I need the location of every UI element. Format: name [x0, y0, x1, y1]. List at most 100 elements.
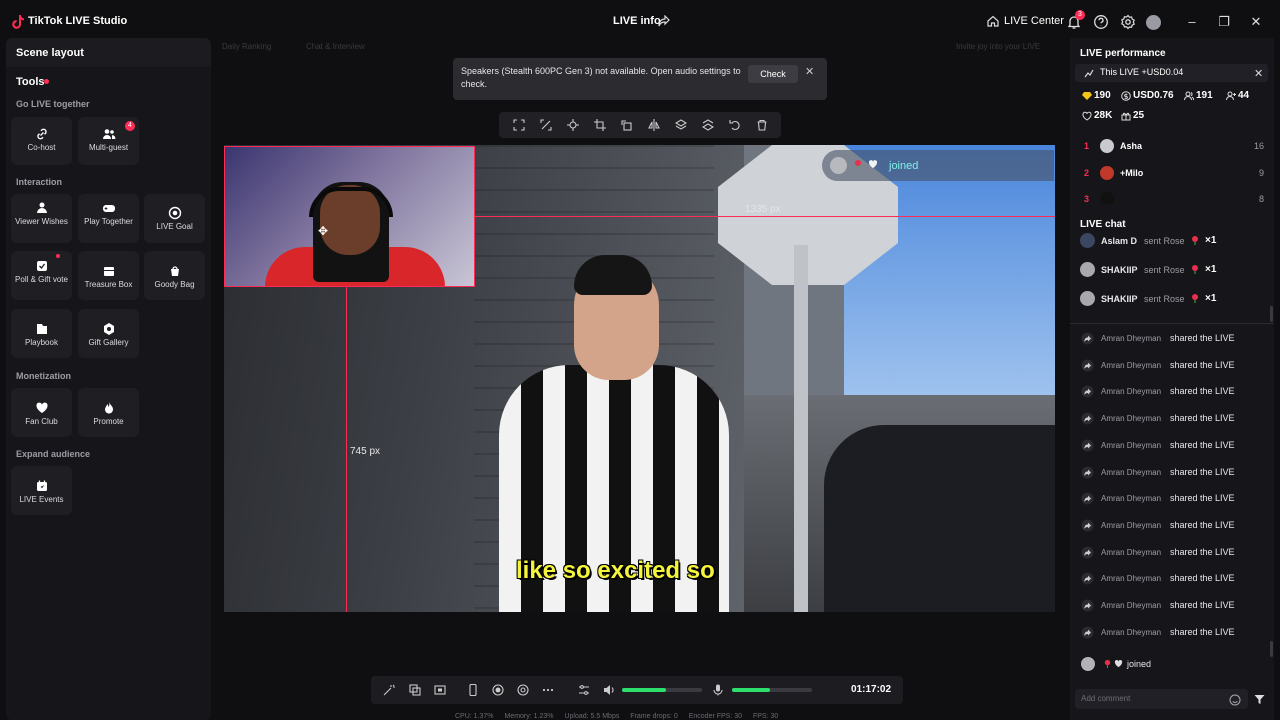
tool-fan-club[interactable]: Fan Club [11, 388, 72, 437]
microphone-icon[interactable] [712, 684, 724, 696]
layers-icon[interactable] [409, 684, 421, 696]
rotate-icon[interactable] [620, 119, 633, 131]
tab-chat-interview[interactable]: Chat & Interview [306, 42, 365, 51]
volume-slider[interactable] [622, 688, 702, 692]
ranking-row[interactable]: 2 +Milo 9 [1084, 166, 1264, 182]
share-message[interactable]: Amran Dheyman shared the LIVE [1081, 598, 1261, 614]
share-message[interactable]: Amran Dheyman shared the LIVE [1081, 331, 1261, 347]
share-message[interactable]: Amran Dheyman shared the LIVE [1081, 571, 1261, 587]
help-icon[interactable] [1093, 14, 1109, 30]
gift-gallery-icon [103, 323, 114, 335]
layer-down-icon[interactable] [701, 119, 714, 131]
volume-level [622, 688, 666, 692]
live-center-button[interactable]: LIVE Center [987, 15, 1064, 27]
ranking-row[interactable]: 1 Asha 16 [1084, 139, 1264, 155]
tab-daily-ranking[interactable]: Daily Ranking [222, 42, 271, 51]
media-icon[interactable] [434, 684, 446, 696]
minimize-button[interactable]: – [1184, 14, 1200, 30]
phone-icon[interactable] [467, 684, 479, 696]
share-message[interactable]: Amran Dheyman shared the LIVE [1081, 465, 1261, 481]
emoji-icon[interactable] [1229, 694, 1241, 706]
flip-icon[interactable] [647, 119, 660, 131]
avatar [1080, 291, 1095, 306]
record-icon[interactable] [492, 684, 504, 696]
this-live-summary[interactable]: This LIVE +USD0.04 [1075, 64, 1268, 82]
live-performance-title: LIVE performance [1080, 48, 1166, 59]
tool-cohost[interactable]: Co-host [11, 117, 72, 165]
gear-icon[interactable] [1120, 14, 1136, 30]
fit-screen-icon[interactable] [512, 119, 525, 131]
share-message[interactable]: Amran Dheyman shared the LIVE [1081, 545, 1261, 561]
audio-warning-toast: Speakers (Stealth 600PC Gen 3) not avail… [453, 58, 827, 100]
video-person-cap [574, 255, 652, 295]
center-icon[interactable] [566, 119, 579, 131]
share-message[interactable]: Amran Dheyman shared the LIVE [1081, 625, 1261, 641]
magic-wand-icon[interactable] [383, 684, 395, 696]
user-avatar[interactable] [1146, 15, 1161, 30]
maximize-button[interactable]: ❐ [1216, 14, 1232, 30]
share-action: shared the LIVE [1170, 493, 1235, 504]
scene-layout-header[interactable]: Scene layout [6, 38, 211, 67]
heart-icon [868, 160, 878, 168]
expand-icon[interactable] [539, 119, 552, 131]
check-button[interactable]: Check [748, 65, 798, 83]
gift-message[interactable]: SHAKIIP sent Rose ×1 [1080, 290, 1260, 308]
gift-message[interactable]: Aslam D sent Rose ×1 [1080, 232, 1260, 250]
notification-badge: 3 [1075, 10, 1085, 20]
crop-icon[interactable] [593, 119, 606, 131]
tool-live-goal[interactable]: LIVE Goal [144, 194, 205, 243]
tool-viewer-wishes[interactable]: Viewer Wishes [11, 194, 72, 243]
share-message[interactable]: Amran Dheyman shared the LIVE [1081, 491, 1261, 507]
tool-play-together[interactable]: Play Together [78, 194, 139, 243]
rank-score: 8 [1258, 194, 1264, 204]
mixer-icon[interactable] [578, 684, 590, 696]
camera-icon[interactable] [517, 684, 529, 696]
tool-playbook[interactable]: Playbook [11, 309, 72, 358]
metric-new-followers-value: 44 [1238, 90, 1250, 101]
close-icon[interactable]: ✕ [805, 66, 814, 79]
ranking-row[interactable]: 3 8 [1084, 192, 1264, 204]
tool-treasure-box[interactable]: Treasure Box [78, 251, 139, 300]
close-window-button[interactable]: ✕ [1248, 14, 1264, 30]
tool-live-events[interactable]: LIVE Events [11, 466, 72, 515]
webcam-source[interactable] [224, 146, 475, 287]
more-icon[interactable] [542, 684, 554, 696]
close-icon[interactable]: ✕ [1254, 67, 1263, 80]
share-message[interactable]: Amran Dheyman shared the LIVE [1081, 438, 1261, 454]
share-message[interactable]: Amran Dheyman shared the LIVE [1081, 411, 1261, 427]
tab-invite-joy[interactable]: Invite joy into your LIVE [956, 42, 1040, 51]
tool-poll-gift-vote[interactable]: Poll & Gift vote [11, 251, 72, 300]
undo-icon[interactable] [728, 119, 741, 131]
mic-slider[interactable] [732, 688, 812, 692]
comment-input[interactable]: Add comment [1075, 689, 1248, 709]
metric-gifters-value: 25 [1133, 110, 1145, 121]
tool-multi-guest[interactable]: Multi-guest 4 [78, 117, 139, 165]
filter-icon[interactable] [1254, 694, 1265, 705]
fan-club-icon [35, 402, 48, 413]
live-info-title[interactable]: LIVE info [613, 15, 661, 27]
target-icon [168, 206, 181, 220]
share-action: shared the LIVE [1170, 413, 1235, 424]
live-center-label: LIVE Center [1004, 15, 1064, 27]
tool-promote[interactable]: Promote [78, 388, 139, 437]
gift-action: sent Rose [1144, 294, 1185, 304]
gift-message[interactable]: SHAKIIP sent Rose ×1 [1080, 261, 1260, 279]
tool-label: Playbook [25, 338, 58, 347]
tool-gift-gallery[interactable]: Gift Gallery [78, 309, 139, 358]
gift-list-scrollbar[interactable] [1270, 306, 1273, 322]
share-message[interactable]: Amran Dheyman shared the LIVE [1081, 358, 1261, 374]
share-message[interactable]: Amran Dheyman shared the LIVE [1081, 384, 1261, 400]
share-user: Amran Dheyman [1101, 467, 1162, 477]
share-icon [1081, 546, 1094, 559]
share-icon [1081, 412, 1094, 425]
trash-icon[interactable] [756, 119, 768, 131]
layer-up-icon[interactable] [674, 119, 687, 131]
share-icon [1081, 599, 1094, 612]
share-icon[interactable] [658, 15, 670, 27]
speaker-icon[interactable] [603, 684, 615, 696]
tool-goody-bag[interactable]: Goody Bag [144, 251, 205, 300]
share-message[interactable]: Amran Dheyman shared the LIVE [1081, 518, 1261, 534]
chat-scrollbar[interactable] [1270, 641, 1273, 657]
tool-label: Play Together [84, 217, 133, 226]
multi-guest-badge: 4 [125, 121, 135, 131]
